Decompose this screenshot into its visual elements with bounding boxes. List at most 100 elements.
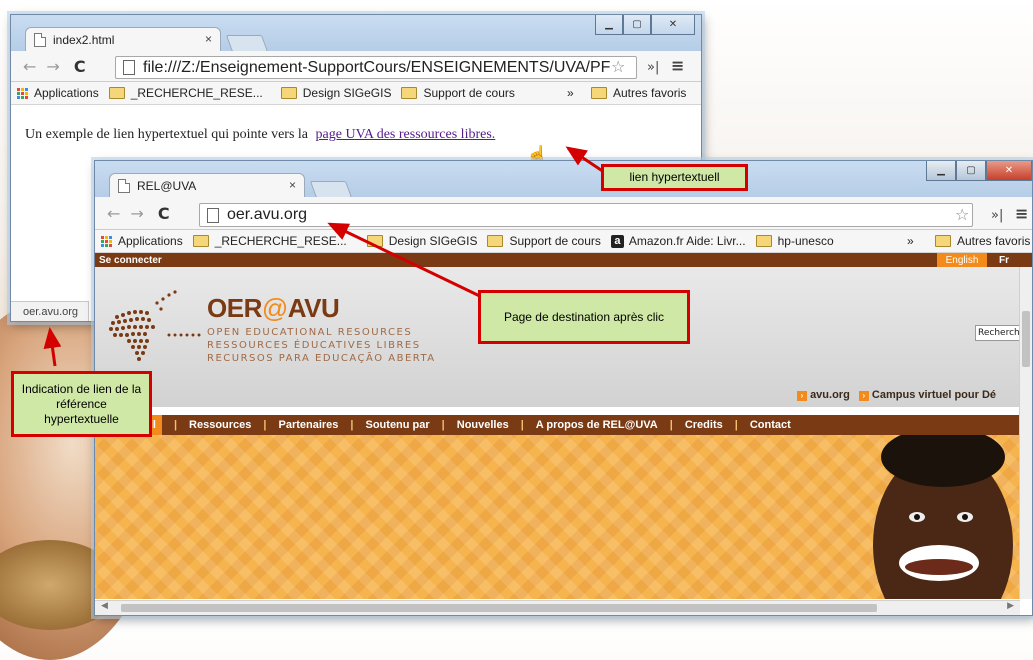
bookmarks-overflow-icon[interactable]: » xyxy=(907,234,914,248)
login-link[interactable]: Se connecter xyxy=(99,255,162,266)
bookmark-label: Design SIGeGIS xyxy=(302,86,392,100)
address-bar[interactable]: oer.avu.org xyxy=(199,203,973,227)
new-tab-button[interactable] xyxy=(309,181,353,198)
bookmark-amazon[interactable]: a Amazon.fr Aide: Livr... xyxy=(610,234,746,248)
reload-icon[interactable]: C xyxy=(158,204,170,223)
bookmark-support[interactable]: Support de cours xyxy=(401,86,515,100)
bookmark-label: Applications xyxy=(118,234,183,248)
bookmark-applications[interactable]: Applications xyxy=(17,86,99,100)
tab-title: index2.html xyxy=(53,32,115,47)
link-campus-virtuel[interactable]: Campus virtuel pour Dé xyxy=(872,389,996,401)
bookmark-autres-favoris[interactable]: Autres favoris xyxy=(591,86,686,100)
bookmark-recherche[interactable]: _RECHERCHE_RESE... xyxy=(192,234,347,248)
bookmark-label: Support de cours xyxy=(423,86,515,100)
tab-close-icon[interactable]: × xyxy=(289,178,296,192)
person-photo xyxy=(873,435,1013,599)
menu-icon[interactable]: ≡ xyxy=(1015,204,1028,223)
folder-icon xyxy=(280,87,297,99)
scroll-right-icon[interactable]: ▶ xyxy=(1007,601,1014,611)
callout-lien-hypertextuel: lien hypertextuell xyxy=(601,164,748,191)
url-text: file:///Z:/Enseignement-SupportCours/ENS… xyxy=(143,58,611,76)
arrow-box-icon: › xyxy=(858,391,869,401)
nav-partenaires[interactable]: Partenaires xyxy=(278,419,338,431)
nav-credits[interactable]: Credits xyxy=(685,419,723,431)
nav-separator: | xyxy=(734,419,738,431)
bookmark-star-icon[interactable]: ☆ xyxy=(611,57,625,76)
nav-separator: | xyxy=(520,419,524,431)
tab-reluva[interactable]: REL@UVA × xyxy=(109,173,305,197)
search-box[interactable]: Recherche xyxy=(975,325,1025,341)
folder-icon xyxy=(487,235,504,247)
back-icon[interactable]: ← xyxy=(23,57,36,76)
site-logo[interactable]: OER@AVU xyxy=(207,293,340,324)
extensions-chevron-icon[interactable]: »| xyxy=(991,208,1003,223)
bookmark-recherche[interactable]: _RECHERCHE_RESE... xyxy=(108,86,263,100)
bookmarks-bar: Applications _RECHERCHE_RESE... Design S… xyxy=(95,230,1032,253)
folder-icon xyxy=(591,87,607,99)
address-bar[interactable]: file:///Z:/Enseignement-SupportCours/ENS… xyxy=(115,56,637,79)
nav-soutenu-par[interactable]: Soutenu par xyxy=(366,419,430,431)
bookmark-design[interactable]: Design SIGeGIS xyxy=(366,234,477,248)
bookmarks-bar: Applications _RECHERCHE_RESE... Design S… xyxy=(11,82,701,105)
folder-icon xyxy=(935,235,951,247)
tagline-pt: RECURSOS PARA EDUCAÇÃO ABERTA xyxy=(207,353,436,364)
new-tab-button[interactable] xyxy=(225,35,269,52)
folder-icon xyxy=(755,235,772,247)
tab-index2[interactable]: index2.html × xyxy=(25,27,221,51)
window-controls: ▁ ▢ ✕ xyxy=(595,15,695,35)
lang-fr-link[interactable]: Fr xyxy=(999,255,1009,266)
tagline-fr: RESSOURCES ÉDUCATIVES LIBRES xyxy=(207,340,421,351)
nav-a-propos[interactable]: A propos de REL@UVA xyxy=(536,419,658,431)
link-avu-org[interactable]: avu.org xyxy=(810,389,850,401)
nav-separator: | xyxy=(350,419,354,431)
apps-icon xyxy=(17,87,28,99)
maximize-button[interactable]: ▢ xyxy=(956,161,986,181)
bookmark-support[interactable]: Support de cours xyxy=(487,234,601,248)
bookmark-label: Amazon.fr Aide: Livr... xyxy=(628,234,746,248)
page-icon xyxy=(34,32,46,47)
lang-english-link[interactable]: English xyxy=(937,253,987,267)
status-url: oer.avu.org xyxy=(23,305,79,318)
bookmark-label: Applications xyxy=(34,86,99,100)
forward-icon[interactable]: → xyxy=(130,204,143,223)
close-button[interactable]: ✕ xyxy=(651,15,695,35)
window-controls: ▁ ▢ ✕ xyxy=(926,161,1032,181)
bookmark-applications[interactable]: Applications xyxy=(101,234,183,248)
page-icon xyxy=(207,207,219,223)
site-top-bar: Se connecter English Fr xyxy=(95,253,1032,267)
maximize-button[interactable]: ▢ xyxy=(623,15,651,35)
bookmark-star-icon[interactable]: ☆ xyxy=(955,205,969,224)
bookmark-label: _RECHERCHE_RESE... xyxy=(214,234,347,248)
close-button[interactable]: ✕ xyxy=(986,161,1032,181)
logo-part-oer: OER xyxy=(207,293,262,323)
hyperlink[interactable]: page UVA des ressources libres. xyxy=(316,127,496,142)
bookmark-label: Autres favoris xyxy=(957,234,1031,248)
minimize-button[interactable]: ▁ xyxy=(926,161,956,181)
bookmark-autres-favoris[interactable]: Autres favoris xyxy=(935,234,1030,248)
back-icon[interactable]: ← xyxy=(107,204,120,223)
scrollbar-thumb[interactable] xyxy=(121,604,877,612)
nav-nouvelles[interactable]: Nouvelles xyxy=(457,419,509,431)
reload-icon[interactable]: C xyxy=(74,57,86,76)
scrollbar-thumb[interactable] xyxy=(1022,311,1030,367)
menu-icon[interactable]: ≡ xyxy=(671,56,684,75)
bookmark-label: Support de cours xyxy=(509,234,601,248)
bookmark-hp-unesco[interactable]: hp-unesco xyxy=(755,234,834,248)
forward-icon[interactable]: → xyxy=(46,57,59,76)
scroll-left-icon[interactable]: ◀ xyxy=(101,601,108,611)
folder-icon xyxy=(401,87,418,99)
extensions-chevron-icon[interactable]: »| xyxy=(647,60,659,75)
callout-indication-lien: Indication de lien de la référence hyper… xyxy=(11,371,152,437)
nav-contact[interactable]: Contact xyxy=(750,419,791,431)
bookmark-design[interactable]: Design SIGeGIS xyxy=(280,86,392,100)
logo-part-at: @ xyxy=(261,293,288,323)
vertical-scrollbar[interactable] xyxy=(1019,267,1032,599)
nav-ressources[interactable]: Ressources xyxy=(189,419,251,431)
bookmarks-overflow-icon[interactable]: » xyxy=(567,86,574,100)
tab-close-icon[interactable]: × xyxy=(205,32,212,46)
horizontal-scrollbar[interactable]: ◀ ▶ xyxy=(95,600,1020,615)
tagline-en: OPEN EDUCATIONAL RESOURCES xyxy=(207,327,413,338)
hero-banner xyxy=(95,435,1032,599)
callout-page-destination: Page de destination après clic xyxy=(478,290,690,344)
minimize-button[interactable]: ▁ xyxy=(595,15,623,35)
